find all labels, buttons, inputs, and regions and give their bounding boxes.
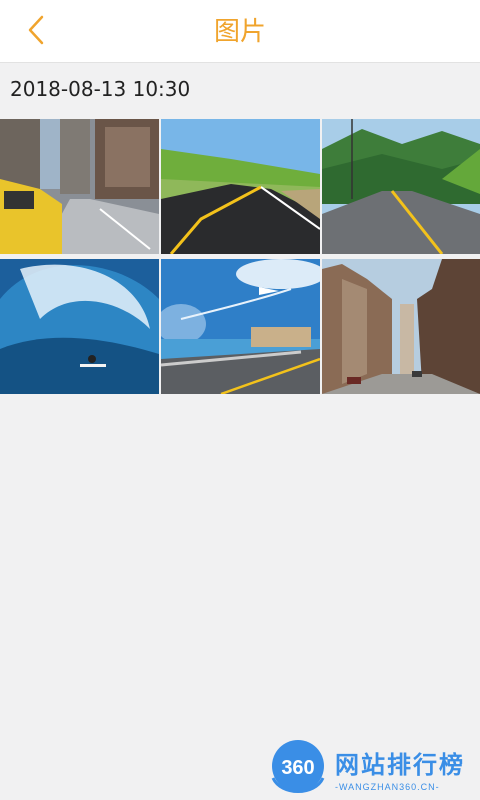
mountain-highway-photo	[322, 119, 480, 254]
photo-thumbnail-4[interactable]	[0, 259, 159, 394]
city-taxi-street-photo	[0, 119, 159, 254]
photo-thumbnail-6[interactable]	[322, 259, 480, 394]
360-logo-icon: 360	[271, 740, 325, 793]
watermark-logo: 360 网站排行榜 -WANGZHAN360.CN-	[267, 738, 477, 798]
photo-thumbnail-5[interactable]	[161, 259, 320, 394]
surfer-wave-photo	[0, 259, 159, 394]
watermark-subtitle: -WANGZHAN360.CN-	[335, 781, 440, 792]
photo-thumbnail-2[interactable]	[161, 119, 320, 254]
logo-badge-text: 360	[281, 757, 314, 779]
countryside-road-photo	[161, 119, 320, 254]
old-town-street-photo	[322, 259, 480, 394]
photo-thumbnail-3[interactable]	[322, 119, 480, 254]
watermark-title: 网站排行榜	[335, 751, 465, 779]
photo-date: 2018-08-13 10:30	[10, 77, 191, 101]
top-bar: 图片	[0, 0, 480, 63]
airplane-coast-road-photo	[161, 259, 320, 394]
photo-grid	[0, 119, 480, 394]
page-title: 图片	[213, 16, 266, 46]
photo-thumbnail-1[interactable]	[0, 119, 159, 254]
